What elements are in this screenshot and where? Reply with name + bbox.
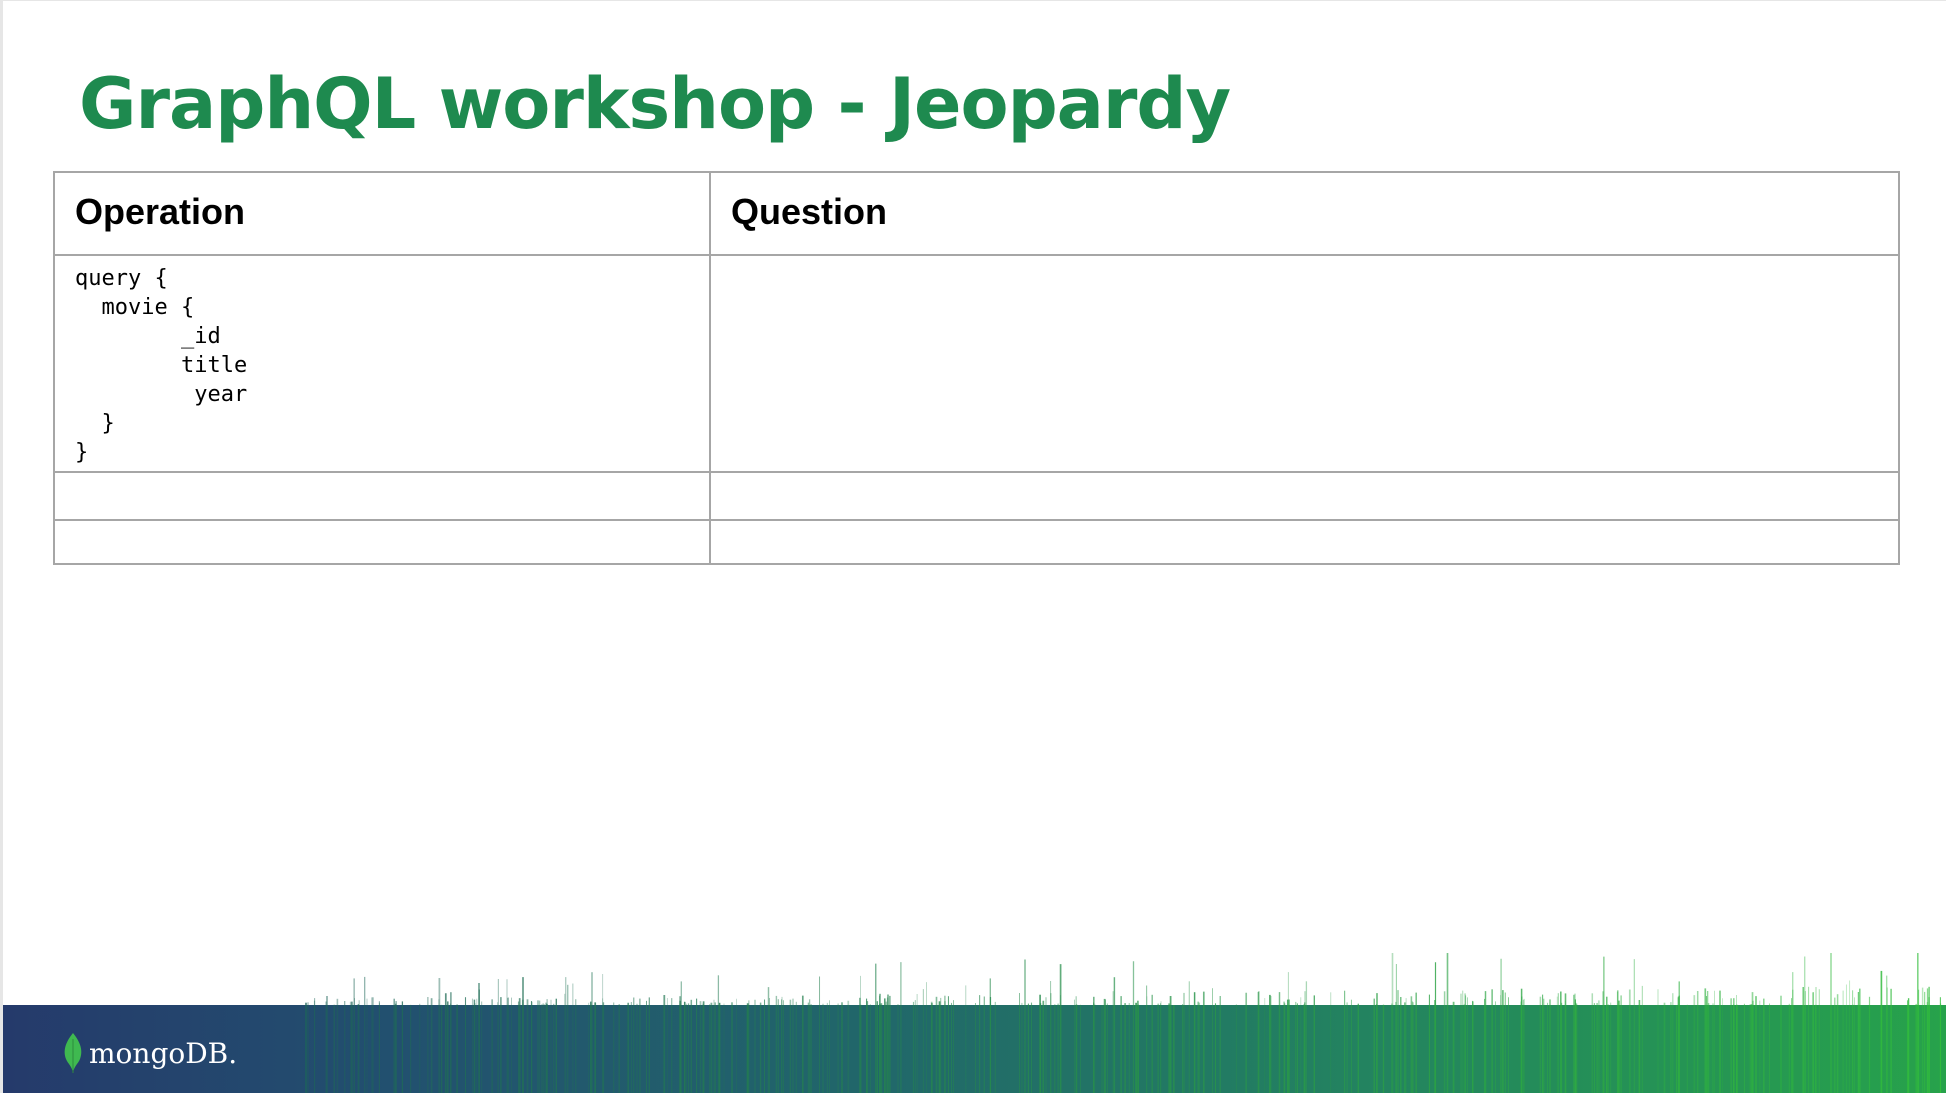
operation-cell[interactable]: query { movie { _id title year } }: [53, 254, 711, 473]
grass-decoration: [305, 953, 1942, 1093]
question-cell[interactable]: [709, 519, 1900, 565]
operation-cell[interactable]: [53, 519, 711, 565]
jeopardy-table: Operation Question query { movie { _id t…: [53, 171, 1900, 565]
slide-title: GraphQL workshop - Jeopardy: [79, 63, 1231, 145]
logo-text: mongoDB.: [89, 1036, 238, 1070]
question-cell[interactable]: [709, 254, 1900, 473]
table-row: query { movie { _id title year } }: [53, 254, 1900, 473]
table-header-row: Operation Question: [53, 171, 1900, 256]
question-cell[interactable]: [709, 471, 1900, 521]
leaf-icon: [64, 1033, 82, 1073]
slide: GraphQL workshop - Jeopardy Operation Qu…: [0, 0, 1946, 1093]
operation-cell[interactable]: [53, 471, 711, 521]
header-operation: Operation: [53, 171, 711, 256]
table-row: [53, 519, 1900, 565]
mongodb-logo: mongoDB.: [63, 1033, 237, 1073]
header-question: Question: [709, 171, 1900, 256]
table-row: [53, 471, 1900, 521]
footer-banner: mongoDB.: [3, 953, 1946, 1093]
